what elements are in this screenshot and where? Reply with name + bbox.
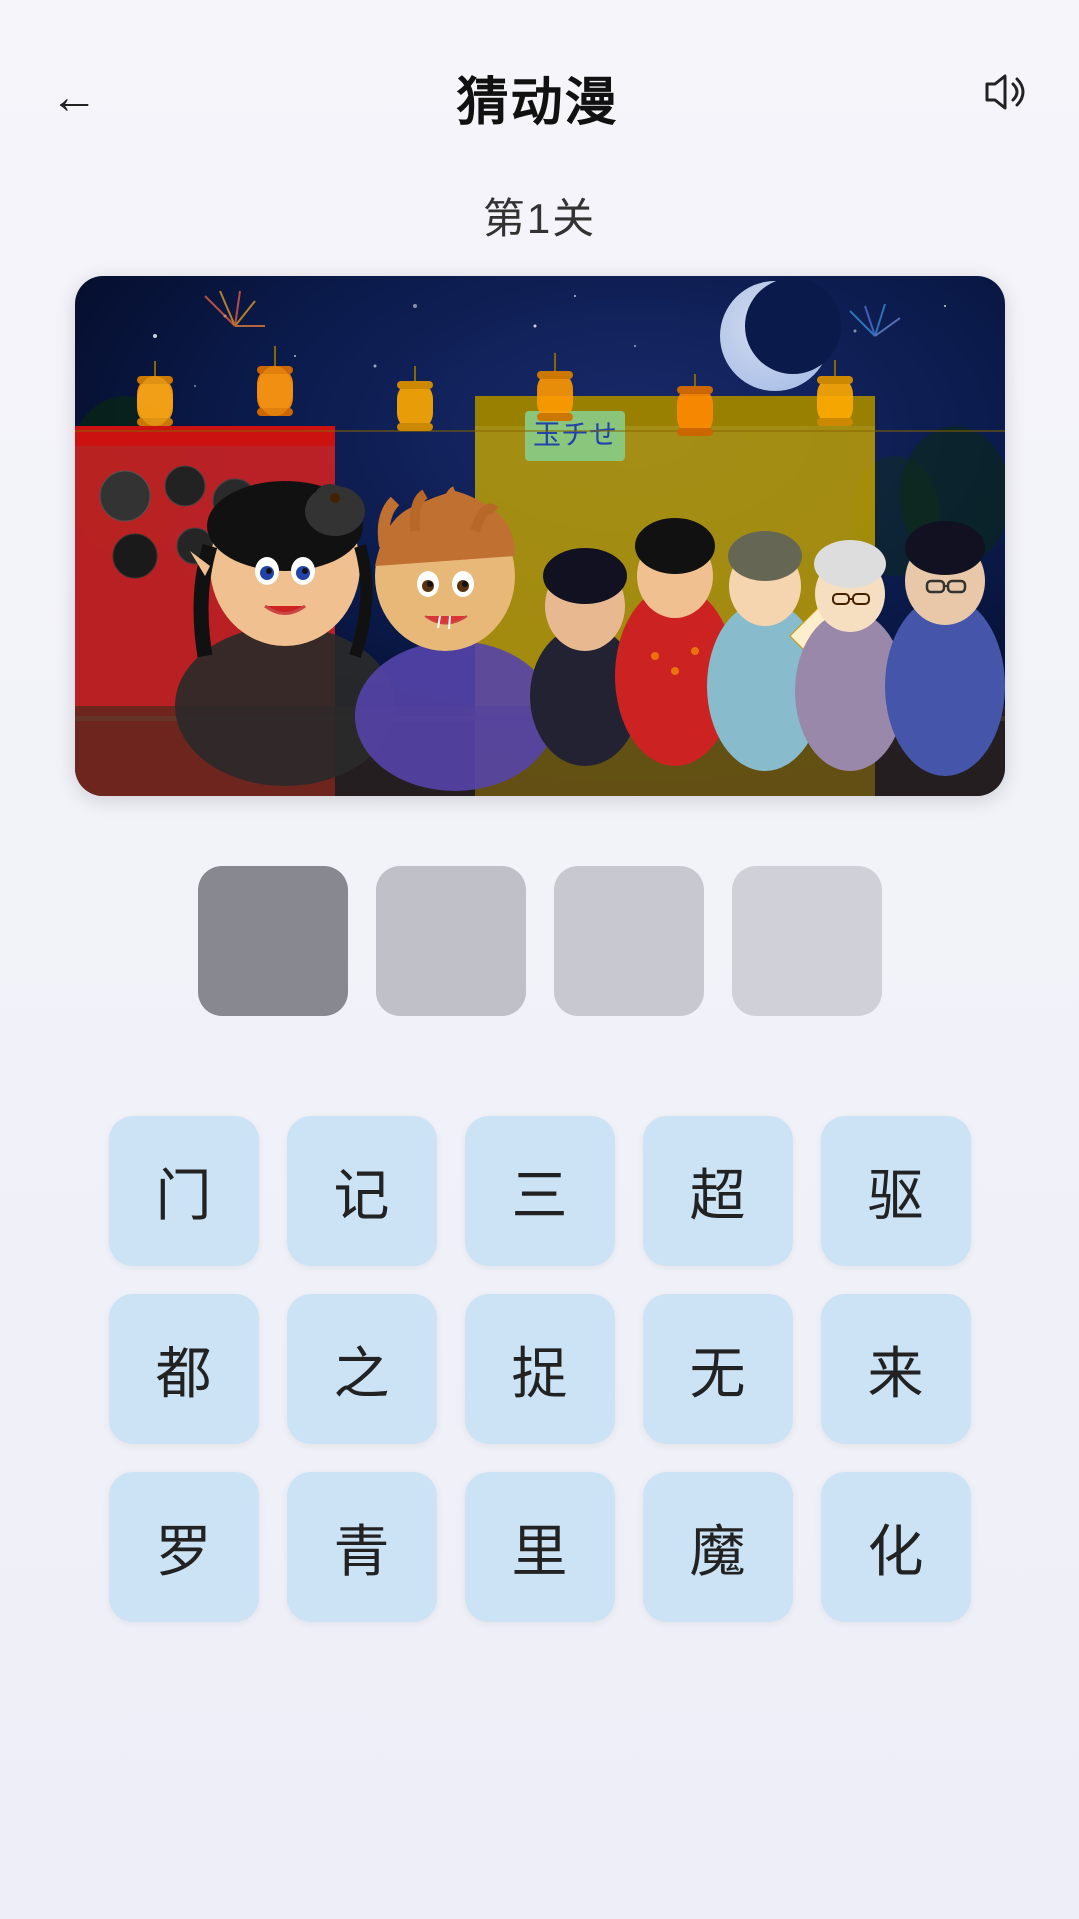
anime-scene-svg: 玉チせ [75,276,1005,796]
character-grid: 门 记 三 超 驱 都 之 捉 无 来 罗 青 里 魔 化 [105,1116,975,1622]
char-btn-化[interactable]: 化 [821,1472,971,1622]
char-btn-三[interactable]: 三 [465,1116,615,1266]
page-container: ← 猜动漫 第1关 [0,0,1079,1919]
char-btn-罗[interactable]: 罗 [109,1472,259,1622]
anime-image: 玉チせ [75,276,1005,796]
char-btn-驱[interactable]: 驱 [821,1116,971,1266]
char-btn-来[interactable]: 来 [821,1294,971,1444]
char-btn-捉[interactable]: 捉 [465,1294,615,1444]
char-btn-里[interactable]: 里 [465,1472,615,1622]
char-btn-门[interactable]: 门 [109,1116,259,1266]
char-row-2: 都 之 捉 无 来 [105,1294,975,1444]
page-title: 猜动漫 [456,60,618,135]
answer-box-3[interactable] [554,866,704,1016]
svg-text:玉チせ: 玉チせ [532,420,616,451]
back-button[interactable]: ← [50,74,98,122]
char-btn-都[interactable]: 都 [109,1294,259,1444]
answer-box-2[interactable] [376,866,526,1016]
header: ← 猜动漫 [0,0,1079,165]
char-row-3: 罗 青 里 魔 化 [105,1472,975,1622]
answer-boxes [198,866,882,1016]
sound-icon [977,66,1029,118]
sound-button[interactable] [977,66,1029,130]
char-btn-魔[interactable]: 魔 [643,1472,793,1622]
char-btn-记[interactable]: 记 [287,1116,437,1266]
char-btn-超[interactable]: 超 [643,1116,793,1266]
char-btn-无[interactable]: 无 [643,1294,793,1444]
char-btn-之[interactable]: 之 [287,1294,437,1444]
level-label: 第1关 [483,185,596,246]
char-row-1: 门 记 三 超 驱 [105,1116,975,1266]
answer-box-4[interactable] [732,866,882,1016]
char-btn-青[interactable]: 青 [287,1472,437,1622]
answer-box-1[interactable] [198,866,348,1016]
